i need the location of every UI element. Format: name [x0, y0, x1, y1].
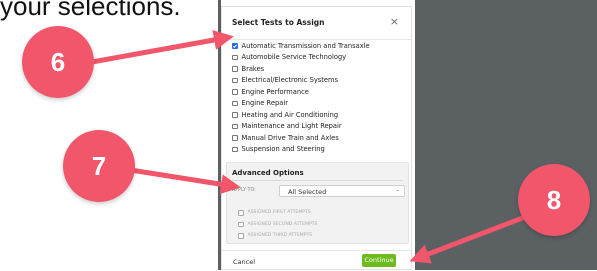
checkbox-icon[interactable]: [238, 233, 244, 239]
test-option[interactable]: Automatic Transmission and Transaxle: [232, 40, 407, 52]
checkbox-icon[interactable]: [232, 100, 238, 106]
arrow-6: [91, 30, 234, 65]
apply-to-label: APPLY TO:: [232, 188, 256, 193]
callout-step-7: 7: [63, 130, 135, 202]
checkbox-checked-icon[interactable]: [232, 43, 238, 49]
test-option[interactable]: Maintenance and Light Repair: [232, 121, 407, 133]
test-label: Automobile Service Technology: [241, 53, 347, 62]
test-option[interactable]: Engine Performance: [232, 86, 407, 98]
attempt-option[interactable]: ASSIGNED SECOND ATTEMPTS: [238, 219, 317, 231]
advanced-options-title: Advanced Options: [232, 169, 304, 177]
apply-to-select[interactable]: All Selected ⌄: [279, 185, 405, 197]
test-option[interactable]: Engine Repair: [232, 98, 407, 110]
attempt-label: ASSIGNED THIRD ATTEMPTS: [247, 233, 313, 239]
arrow-7: [117, 165, 241, 195]
checkbox-icon[interactable]: [232, 66, 238, 72]
test-option[interactable]: Brakes: [232, 63, 407, 75]
attempt-option[interactable]: ASSIGNED THIRD ATTEMPTS: [238, 230, 317, 242]
modal-footer: Cancel Continue: [222, 250, 411, 271]
test-option[interactable]: Manual Drive Train and Axles: [232, 132, 407, 144]
test-list: Automatic Transmission and Transaxle Aut…: [232, 40, 407, 155]
test-option[interactable]: Automobile Service Technology: [232, 52, 407, 64]
callout-step-6: 6: [22, 26, 94, 98]
modal-title: Select Tests to Assign: [232, 18, 325, 27]
test-label: Engine Performance: [241, 87, 309, 96]
chevron-down-icon: ⌄: [395, 187, 400, 193]
checkbox-icon[interactable]: [232, 54, 238, 60]
checkbox-icon[interactable]: [238, 221, 244, 227]
modal-header: Select Tests to Assign ×: [222, 7, 411, 40]
cancel-button[interactable]: Cancel: [233, 258, 255, 266]
divider: [232, 180, 403, 181]
continue-button[interactable]: Continue: [362, 254, 396, 267]
advanced-options-panel: Advanced Options APPLY TO: All Selected …: [226, 162, 409, 244]
apply-to-value: All Selected: [288, 188, 327, 196]
test-label: Brakes: [241, 64, 265, 73]
test-label: Heating and Air Conditioning: [241, 110, 339, 119]
checkbox-icon[interactable]: [232, 123, 238, 129]
test-label: Manual Drive Train and Axles: [241, 133, 339, 142]
test-option[interactable]: Suspension and Steering: [232, 144, 407, 156]
select-tests-modal: Select Tests to Assign × Automatic Trans…: [221, 6, 412, 270]
checkbox-icon[interactable]: [232, 146, 238, 152]
checkbox-icon[interactable]: [232, 135, 238, 141]
test-option[interactable]: Heating and Air Conditioning: [232, 109, 407, 121]
test-option[interactable]: Electrical/Electronic Systems: [232, 75, 407, 87]
test-label: Electrical/Electronic Systems: [241, 76, 339, 85]
test-label: Automatic Transmission and Transaxle: [241, 41, 370, 50]
attempt-label: ASSIGNED SECOND ATTEMPTS: [247, 221, 318, 227]
test-label: Suspension and Steering: [241, 145, 325, 154]
close-icon[interactable]: ×: [390, 15, 399, 28]
test-label: Engine Repair: [241, 99, 288, 108]
checkbox-icon[interactable]: [232, 77, 238, 83]
attempt-option[interactable]: ASSIGNED FIRST ATTEMPTS: [238, 207, 317, 219]
attempt-options: ASSIGNED FIRST ATTEMPTS ASSIGNED SECOND …: [238, 207, 317, 242]
background-caption: your selections.: [0, 0, 181, 21]
attempt-label: ASSIGNED FIRST ATTEMPTS: [247, 210, 311, 216]
test-label: Maintenance and Light Repair: [241, 122, 342, 131]
callout-step-8: 8: [518, 164, 590, 236]
checkbox-icon[interactable]: [238, 210, 244, 216]
checkbox-icon[interactable]: [232, 112, 238, 118]
checkbox-icon[interactable]: [232, 89, 238, 95]
